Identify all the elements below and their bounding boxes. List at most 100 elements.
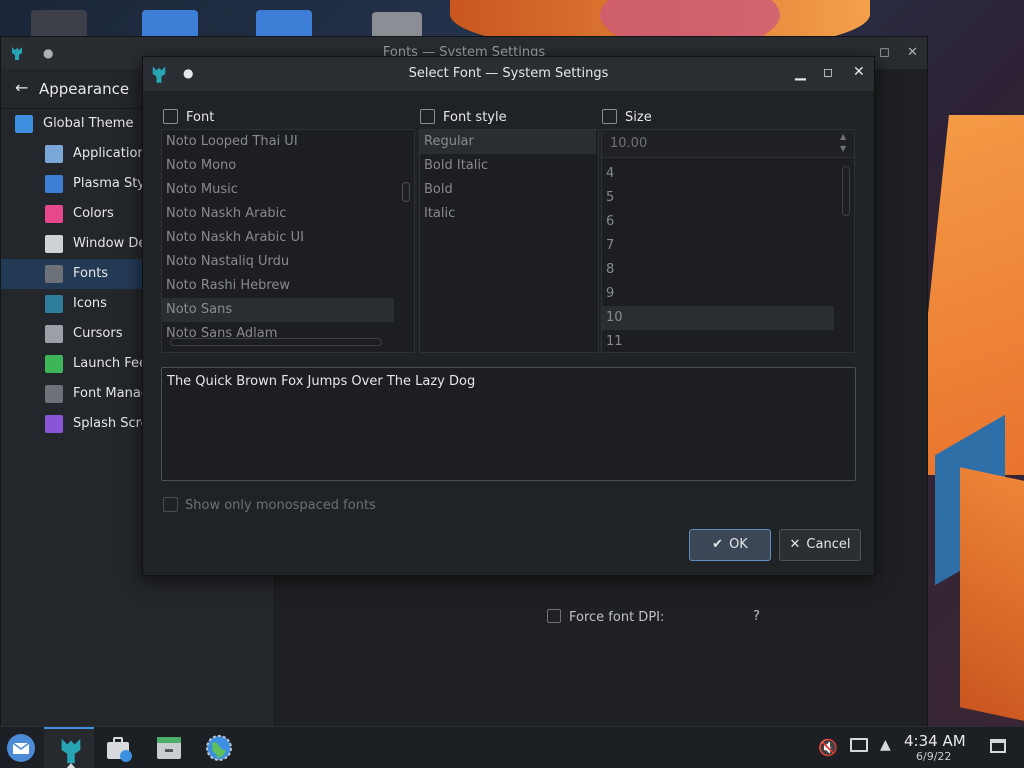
font-list-item[interactable]: Noto Sans — [162, 298, 394, 322]
cursors-icon — [45, 325, 63, 343]
chevron-up-icon[interactable]: ▲ — [840, 132, 846, 141]
desktop-folder-icon[interactable] — [142, 10, 198, 38]
font-size-items: 4 5 6 7 8 9 10 11 — [602, 162, 834, 352]
font-list-item[interactable]: Noto Mono — [162, 154, 394, 178]
taskbar: 🔇 ▲ 4:34 AM 6/9/22 — [0, 726, 1024, 768]
font-family-list[interactable]: Noto Looped Thai UI Noto Mono Noto Music No… — [161, 129, 415, 353]
size-list-item[interactable]: 8 — [602, 258, 834, 282]
taskbar-settings-entry[interactable] — [44, 727, 94, 768]
mail-app-icon[interactable] — [7, 734, 35, 762]
style-list-item[interactable]: Bold Italic — [420, 154, 596, 178]
font-management-icon — [45, 385, 63, 403]
cancel-button[interactable]: ✕ Cancel — [779, 529, 861, 561]
size-list-item[interactable]: 5 — [602, 186, 834, 210]
show-desktop-icon[interactable] — [990, 739, 1006, 753]
chevron-down-icon[interactable]: ▼ — [840, 144, 846, 153]
size-column-header[interactable]: Size — [602, 109, 652, 125]
monospaced-checkbox[interactable] — [163, 497, 178, 512]
sidebar-item-label: Cursors — [73, 326, 123, 341]
maximize-icon[interactable]: ◻ — [879, 45, 890, 61]
size-list-item[interactable]: 7 — [602, 234, 834, 258]
application-style-icon — [45, 145, 63, 163]
style-column-header[interactable]: Font style — [420, 109, 507, 125]
font-column-header[interactable]: Font — [163, 109, 214, 125]
font-family-items: Noto Looped Thai UI Noto Mono Noto Music No… — [162, 130, 394, 346]
font-checkbox[interactable] — [163, 109, 178, 124]
splash-screen-icon — [45, 415, 63, 433]
style-header-label: Font style — [443, 110, 507, 125]
colors-icon — [45, 205, 63, 223]
maximize-icon[interactable]: ◻ — [823, 65, 833, 79]
dialog-titlebar[interactable]: ● Select Font — System Settings ▁ ◻ ✕ — [143, 57, 874, 91]
discover-store-icon[interactable] — [104, 733, 134, 763]
system-settings-app-icon — [61, 738, 81, 764]
fonts-icon — [45, 265, 63, 283]
size-header-label: Size — [625, 110, 652, 125]
minimize-icon[interactable]: ▁ — [795, 65, 806, 81]
plasma-style-icon — [45, 175, 63, 193]
style-list-item[interactable]: Italic — [420, 202, 596, 226]
size-list-scrollbar[interactable] — [842, 166, 850, 216]
font-list-scrollbar[interactable] — [402, 182, 410, 202]
size-value: 10.00 — [610, 136, 648, 151]
network-icon[interactable] — [850, 738, 868, 752]
sidebar-item-label: Icons — [73, 296, 107, 311]
style-list-item[interactable]: Regular — [420, 130, 596, 154]
desktop-icon-home[interactable] — [31, 10, 87, 38]
font-style-items: Regular Bold Italic Bold Italic — [420, 130, 596, 226]
window-decorations-icon — [45, 235, 63, 253]
ok-button[interactable]: ✔ OK — [689, 529, 771, 561]
font-list-item[interactable]: Noto Naskh Arabic — [162, 202, 394, 226]
force-dpi-help-icon[interactable]: ? — [753, 609, 760, 624]
size-list-item[interactable]: 4 — [602, 162, 834, 186]
font-header-label: Font — [186, 110, 215, 125]
size-list-item[interactable]: 11 — [602, 330, 834, 352]
ok-label: OK — [729, 537, 748, 552]
file-manager-icon[interactable] — [154, 733, 184, 763]
size-checkbox[interactable] — [602, 109, 617, 124]
checkmark-icon: ✔ — [712, 537, 724, 552]
size-list-item[interactable]: 6 — [602, 210, 834, 234]
size-list-item[interactable]: 10 — [602, 306, 834, 330]
size-spinbox[interactable]: 10.00 ▲ ▼ — [602, 130, 854, 158]
size-list-item[interactable]: 9 — [602, 282, 834, 306]
force-dpi-label: Force font DPI: — [569, 610, 665, 625]
sidebar-title: Appearance — [39, 80, 130, 98]
envelope-icon — [12, 742, 30, 754]
font-list-item[interactable]: Noto Rashi Hebrew — [162, 274, 394, 298]
wallpaper-shape — [911, 115, 1024, 475]
preview-text: The Quick Brown Fox Jumps Over The Lazy … — [167, 374, 476, 389]
style-list-item[interactable]: Bold — [420, 178, 596, 202]
font-style-list[interactable]: Regular Bold Italic Bold Italic — [419, 129, 599, 353]
volume-muted-icon[interactable]: 🔇 — [818, 738, 838, 757]
force-dpi-checkbox[interactable] — [547, 609, 561, 623]
font-list-item[interactable]: Noto Naskh Arabic UI — [162, 226, 394, 250]
font-list-horizontal-scrollbar[interactable] — [170, 338, 382, 346]
desktop-trash-icon[interactable] — [372, 12, 422, 38]
select-font-dialog: ● Select Font — System Settings ▁ ◻ ✕ Fo… — [142, 56, 875, 576]
close-icon[interactable]: ✕ — [853, 64, 865, 80]
monospaced-label: Show only monospaced fonts — [185, 498, 376, 513]
sidebar-item-label: Global Theme — [43, 116, 134, 131]
back-arrow-icon[interactable]: ← — [15, 78, 28, 97]
web-browser-icon[interactable] — [204, 733, 234, 763]
sidebar-item-label: Colors — [73, 206, 114, 221]
clock-time[interactable]: 4:34 AM — [904, 732, 966, 750]
desktop-folder-icon[interactable] — [256, 10, 312, 38]
font-style-checkbox[interactable] — [420, 109, 435, 124]
font-list-item[interactable]: Noto Music — [162, 178, 394, 202]
clock-date[interactable]: 6/9/22 — [916, 750, 951, 763]
close-icon[interactable]: ✕ — [907, 45, 918, 61]
launch-feedback-icon — [45, 355, 63, 373]
font-list-item[interactable]: Noto Looped Thai UI — [162, 130, 394, 154]
sidebar-item-label: Fonts — [73, 266, 109, 281]
chevron-up-icon[interactable]: ▲ — [880, 737, 891, 753]
font-size-list[interactable]: 10.00 ▲ ▼ 4 5 6 7 8 9 10 11 — [601, 129, 855, 353]
font-list-item[interactable]: Noto Nastaliq Urdu — [162, 250, 394, 274]
cancel-label: Cancel — [806, 537, 851, 552]
force-dpi-checkbox-row[interactable]: Force font DPI: — [547, 609, 664, 625]
wallpaper-shape — [960, 467, 1024, 733]
font-preview-box[interactable]: The Quick Brown Fox Jumps Over The Lazy … — [161, 367, 856, 481]
global-theme-icon — [15, 115, 33, 133]
monospaced-filter-row[interactable]: Show only monospaced fonts — [163, 497, 376, 513]
